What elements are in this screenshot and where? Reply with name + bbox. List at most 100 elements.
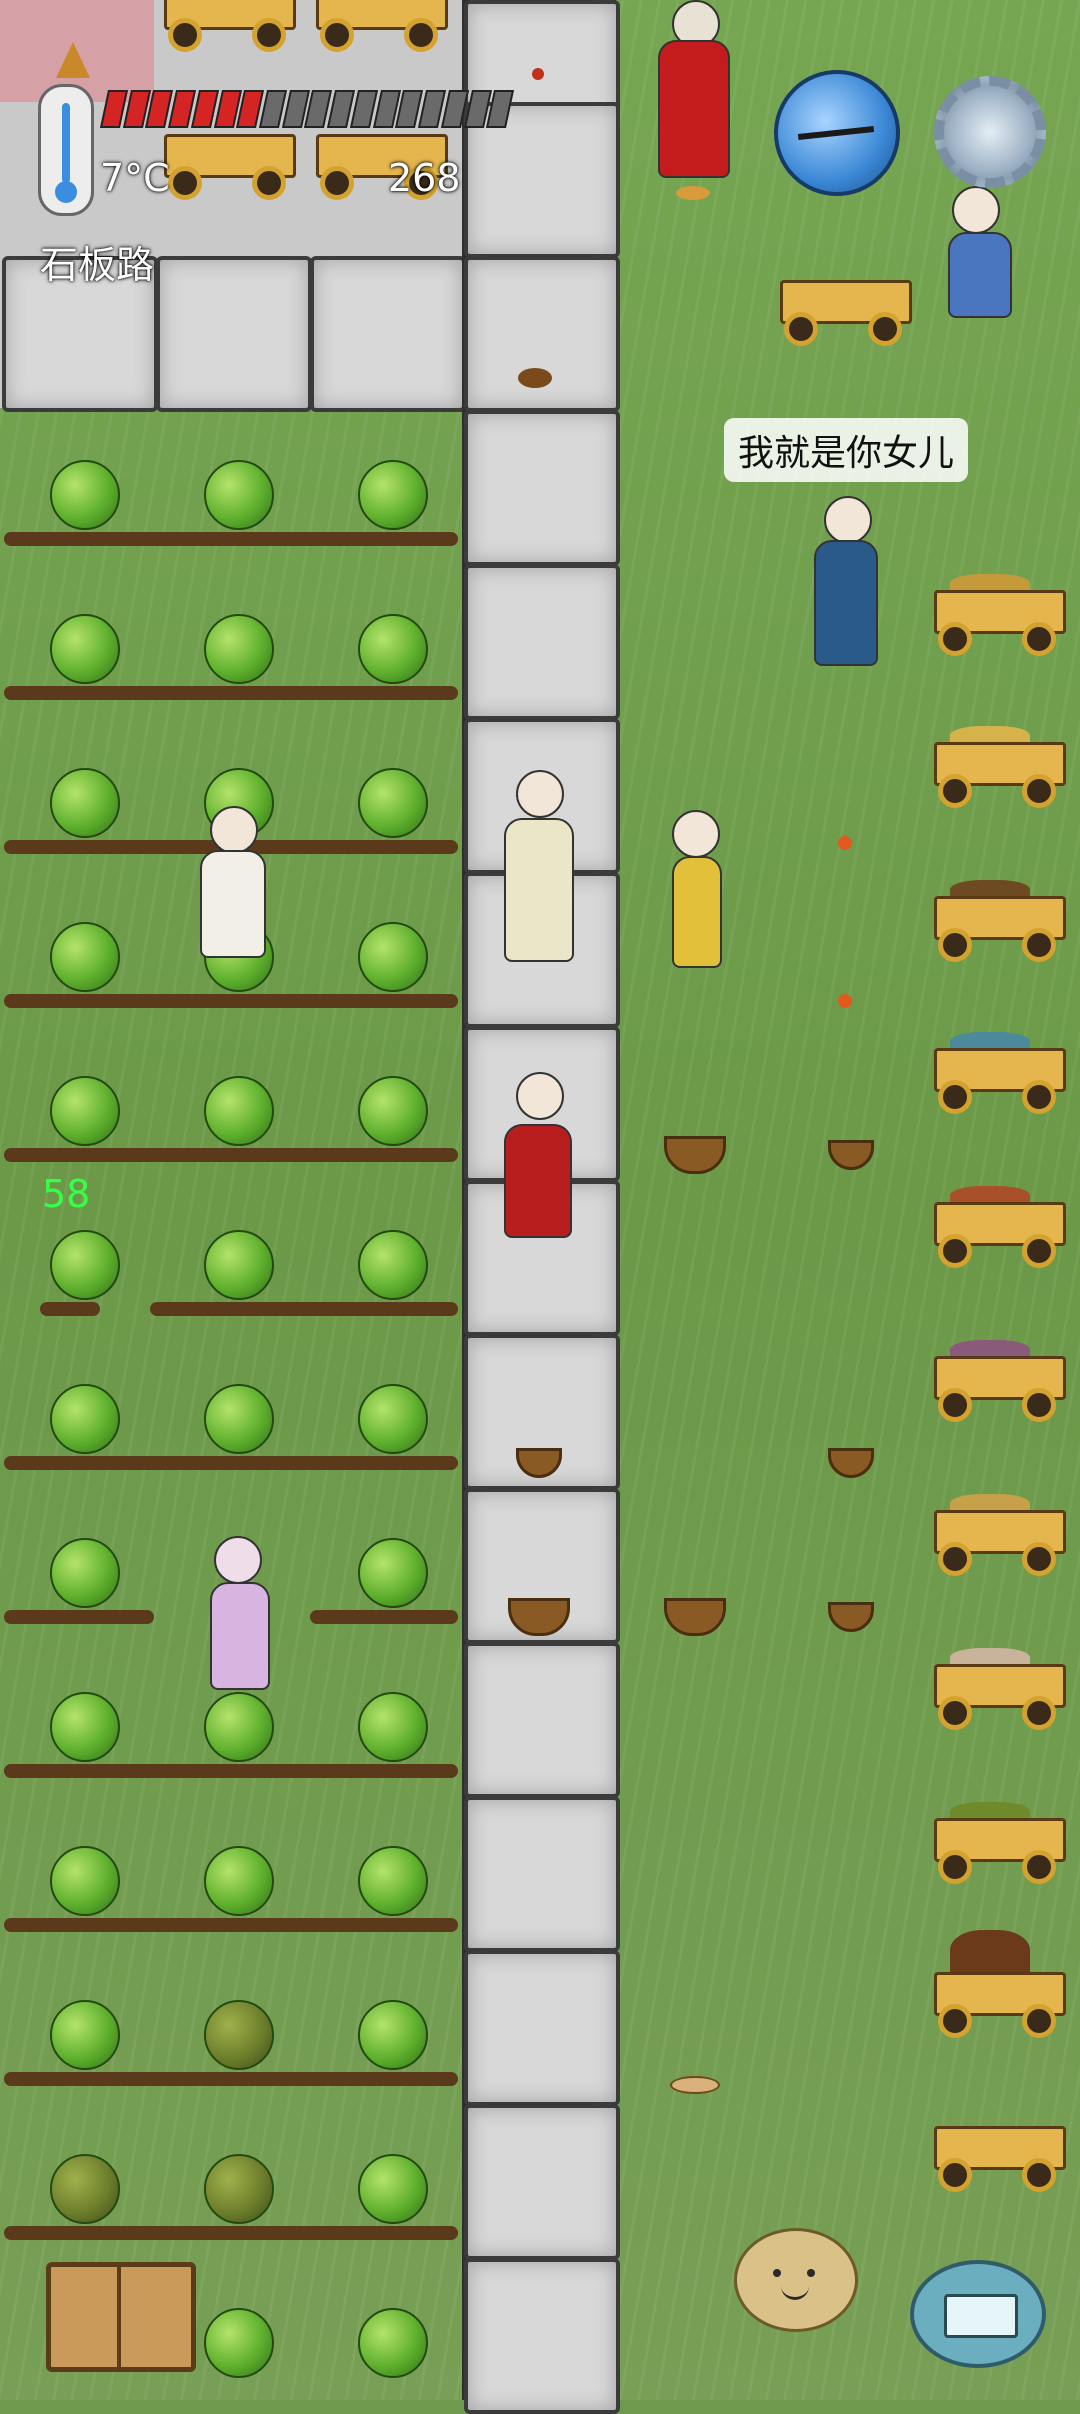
wheel-icon — [1022, 1542, 1056, 1576]
bush-icon[interactable] — [204, 1076, 274, 1146]
bush-icon[interactable] — [204, 2154, 274, 2224]
field-row[interactable] — [0, 2104, 462, 2258]
cart-icon[interactable] — [934, 1340, 1066, 1422]
cart-icon[interactable] — [934, 1802, 1066, 1884]
bush-icon[interactable] — [358, 1384, 428, 1454]
bush-icon[interactable] — [358, 768, 428, 838]
berry-icon[interactable] — [838, 994, 852, 1008]
soil-row — [4, 2072, 458, 2086]
bush-icon[interactable] — [358, 2308, 428, 2378]
bush-icon[interactable] — [358, 2000, 428, 2070]
cart-icon[interactable] — [316, 0, 448, 52]
compass-icon[interactable] — [774, 70, 900, 196]
wheel-icon — [938, 1388, 972, 1422]
road-tile — [464, 564, 620, 720]
character-winter-hat[interactable] — [186, 1522, 290, 1690]
stone-tile — [156, 256, 312, 412]
character-body — [814, 540, 878, 666]
bread-icon[interactable] — [670, 2076, 720, 2094]
bush-icon[interactable] — [204, 1692, 274, 1762]
bush-icon[interactable] — [50, 1692, 120, 1762]
bush-icon[interactable] — [50, 1384, 120, 1454]
wheel-icon — [1022, 1696, 1056, 1730]
bush-icon[interactable] — [50, 1076, 120, 1146]
game-world[interactable]: 我就是你女儿 7°C 268 石板路 58 — [0, 0, 1080, 2414]
bush-icon[interactable] — [50, 1538, 120, 1608]
soil-row — [4, 1764, 458, 1778]
basket-icon[interactable] — [828, 1602, 874, 1632]
field-row[interactable] — [0, 410, 462, 564]
cart-icon[interactable] — [934, 1494, 1066, 1576]
cart-icon[interactable] — [164, 118, 296, 200]
character-ginger-dress[interactable] — [492, 760, 582, 964]
stand-base — [676, 186, 710, 200]
bush-icon[interactable] — [358, 1538, 428, 1608]
cart-icon[interactable] — [934, 574, 1066, 656]
basket-icon[interactable] — [828, 1448, 874, 1478]
road-tile — [464, 1950, 620, 2106]
basket-icon[interactable] — [664, 1136, 726, 1174]
cart-icon[interactable] — [934, 1930, 1066, 2038]
bush-icon[interactable] — [204, 2000, 274, 2070]
book-icon[interactable] — [46, 2262, 196, 2372]
bush-icon[interactable] — [50, 922, 120, 992]
bush-icon[interactable] — [358, 1076, 428, 1146]
wheel-icon — [1022, 2158, 1056, 2192]
cart-icon[interactable] — [934, 1032, 1066, 1114]
berry-icon[interactable] — [532, 68, 544, 80]
bush-icon[interactable] — [358, 614, 428, 684]
character-white-coat[interactable] — [188, 800, 278, 960]
bush-icon[interactable] — [204, 614, 274, 684]
bush-icon[interactable] — [50, 614, 120, 684]
dress-form[interactable] — [656, 0, 730, 206]
cart-icon[interactable] — [780, 264, 912, 346]
bush-icon[interactable] — [204, 1230, 274, 1300]
bush-icon[interactable] — [358, 1692, 428, 1762]
soil-row — [4, 994, 458, 1008]
soil-row — [4, 532, 458, 546]
bush-icon[interactable] — [358, 1846, 428, 1916]
cart-icon[interactable] — [934, 1648, 1066, 1730]
cart-icon[interactable] — [934, 880, 1066, 962]
bush-icon[interactable] — [204, 460, 274, 530]
cart-icon[interactable] — [164, 0, 296, 52]
character-daughter[interactable] — [806, 490, 886, 674]
basket-icon[interactable] — [664, 1598, 726, 1636]
player-character-red-hair[interactable] — [922, 176, 1032, 372]
field-row[interactable] — [0, 1796, 462, 1950]
potato-face-icon[interactable] — [734, 2228, 858, 2332]
field-row[interactable] — [0, 564, 462, 718]
basket-icon[interactable] — [828, 1140, 874, 1170]
character-yellow-outfit[interactable] — [632, 800, 756, 970]
bush-icon[interactable] — [50, 768, 120, 838]
character-body — [948, 232, 1012, 318]
bush-icon[interactable] — [50, 1846, 120, 1916]
wheel-icon — [1022, 1850, 1056, 1884]
field-row[interactable] — [0, 1026, 462, 1180]
bush-icon[interactable] — [204, 1384, 274, 1454]
character-red-hood[interactable] — [496, 1052, 580, 1274]
keyboard-icon[interactable] — [910, 2260, 1046, 2368]
bush-icon[interactable] — [358, 460, 428, 530]
soil-row — [4, 2226, 458, 2240]
gear-icon[interactable] — [934, 76, 1046, 188]
soil-row — [4, 1610, 154, 1624]
keyboard-keys — [944, 2294, 1018, 2338]
bush-icon[interactable] — [204, 1846, 274, 1916]
cart-icon[interactable] — [934, 726, 1066, 808]
bush-icon[interactable] — [358, 2154, 428, 2224]
wheel-icon — [1022, 928, 1056, 962]
bush-icon[interactable] — [50, 460, 120, 530]
bush-icon[interactable] — [50, 2154, 120, 2224]
bush-icon[interactable] — [358, 1230, 428, 1300]
cart-icon[interactable] — [934, 1186, 1066, 1268]
bush-icon[interactable] — [50, 2000, 120, 2070]
field-row[interactable] — [0, 1950, 462, 2104]
bush-icon[interactable] — [358, 922, 428, 992]
berry-icon[interactable] — [838, 836, 852, 850]
cart-icon[interactable] — [934, 2110, 1066, 2192]
road-tile — [464, 410, 620, 566]
bush-icon[interactable] — [204, 2308, 274, 2378]
field-row[interactable] — [0, 1334, 462, 1488]
bush-icon[interactable] — [50, 1230, 120, 1300]
